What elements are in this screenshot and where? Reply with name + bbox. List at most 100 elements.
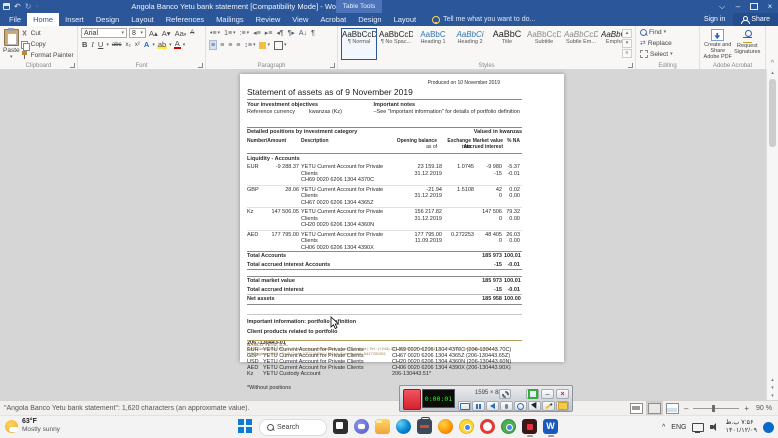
restore-button[interactable] [746,0,762,13]
find-button[interactable]: Find▾ [639,27,696,37]
tab-layout[interactable]: Layout [125,13,160,26]
output-folder-icon[interactable] [556,401,569,411]
toolbox-icon[interactable] [417,419,432,434]
align-left-button[interactable]: ≡ [209,40,217,50]
style-subtle-em-[interactable]: AaBbCcDiSubtle Em... [563,28,599,60]
borders-button[interactable]: ▾ [273,40,288,50]
change-case-button[interactable]: Aa▾ [174,29,188,38]
style-subtitle[interactable]: AaBbCcDSubtitle [526,28,562,60]
pause-icon[interactable] [472,401,485,411]
request-signatures-button[interactable]: Request Signatures [733,28,763,60]
tab-file[interactable]: File [3,13,27,26]
recorder-minimize-icon[interactable]: – [541,389,554,399]
rtl-direction-button[interactable]: ◂¶ [275,28,284,38]
style-heading-1[interactable]: AaBbCHeading 1 [415,28,451,60]
undo-icon[interactable]: ↶ [14,2,21,12]
screen-recorder-icon[interactable] [522,419,537,437]
clear-formatting-button[interactable]: A [189,30,195,36]
zoom-level[interactable]: 90 % [754,405,772,412]
increase-indent-button[interactable]: ▸≡ [264,28,274,38]
web-layout-icon[interactable] [666,403,679,414]
ltr-direction-button[interactable]: ¶▸ [287,28,296,38]
multilevel-list-button[interactable]: :≡▾ [239,28,251,38]
style-title[interactable]: AaBbCTitle [489,28,525,60]
notification-badge[interactable] [763,422,774,433]
ribbon-display-options-icon[interactable]: ⌵ [714,0,730,13]
tell-me-box[interactable]: Tell me what you want to do... [432,13,696,26]
search-icon[interactable]: Search [259,419,327,436]
align-right-button[interactable]: ≡ [227,40,233,50]
webcam-icon[interactable] [514,401,527,411]
tab-home[interactable]: Home [27,13,59,26]
cut-button[interactable]: Cut [20,29,75,39]
paragraph-dialog-launcher-icon[interactable] [330,63,335,68]
highlight-button[interactable]: ab [157,40,167,49]
recorder-close-icon[interactable]: × [556,389,569,399]
styles-scroll-up-icon[interactable]: ▴ [622,29,632,38]
italic-button[interactable]: I [90,40,95,49]
sort-button[interactable]: A↓ [298,28,308,38]
bullets-button[interactable]: •≡▾ [209,28,221,38]
recorder-settings-icon[interactable] [499,389,511,399]
underline-button[interactable]: U [97,40,104,49]
qat-customize-icon[interactable]: ▾ [35,2,38,12]
format-painter-button[interactable]: Format Painter [20,50,75,60]
tab-view[interactable]: View [286,13,314,26]
zoom-slider[interactable] [693,408,739,409]
zoom-out-icon[interactable]: – [684,404,688,413]
character-count[interactable]: "Angola Banco Yetu bank statement": 1,62… [0,405,249,412]
tab-insert[interactable]: Insert [59,13,90,26]
shrink-font-button[interactable]: A▾ [161,29,172,38]
display-icon[interactable] [692,423,704,432]
language-indicator[interactable]: ENG [671,424,686,431]
share-button[interactable]: Share [733,13,778,26]
decrease-indent-button[interactable]: ◂≡ [252,28,262,38]
styles-dialog-launcher-icon[interactable] [628,63,633,68]
highlight-dropdown-icon[interactable]: ▾ [169,42,172,48]
scroll-down-icon[interactable]: ▾ [767,392,778,400]
superscript-button[interactable]: x² [134,42,141,48]
line-spacing-button[interactable]: ↕≡▾ [243,40,256,50]
subscript-button[interactable]: x₂ [125,42,132,48]
next-page-icon[interactable]: ▾ [767,384,778,392]
chat-icon[interactable] [354,419,369,434]
document-page[interactable]: Produced on 10 November 2019 Statement o… [240,74,564,362]
styles-scroll-down-icon[interactable]: ▾ [622,39,632,48]
tab-references[interactable]: References [160,13,210,26]
align-center-button[interactable]: ≡ [219,40,225,50]
font-color-dropdown-icon[interactable]: ▾ [183,42,186,48]
screenshot-camera-icon[interactable] [458,401,471,411]
style-heading-2[interactable]: AaBbCiHeading 2 [452,28,488,60]
style-emphasis[interactable]: AaBbCcDiEmphasis [600,28,622,60]
opera-icon[interactable] [480,419,495,434]
bold-button[interactable]: B [81,40,88,49]
close-button[interactable]: × [762,0,778,13]
zoom-in-icon[interactable]: + [744,404,749,413]
show-paragraph-marks-button[interactable]: ¶ [310,28,316,38]
style--no-spac-[interactable]: AaBbCcDc¶ No Spac... [378,28,414,60]
scroll-up-icon[interactable]: ▴ [767,69,778,77]
save-icon[interactable] [3,3,10,10]
copy-button[interactable]: Copy [20,40,75,50]
grow-font-button[interactable]: A▴ [148,29,159,38]
tray-overflow-icon[interactable]: ^ [662,424,665,431]
clipboard-dialog-launcher-icon[interactable] [70,63,75,68]
tab-review[interactable]: Review [250,13,287,26]
read-mode-icon[interactable] [630,403,643,414]
word-icon[interactable] [543,419,558,437]
tab-design[interactable]: Design [90,13,125,26]
record-stop-button[interactable] [403,389,421,410]
minimize-button[interactable]: – [730,0,746,13]
file-explorer-icon[interactable] [375,419,390,434]
font-size-combo[interactable]: 8▾ [129,28,146,38]
font-dialog-launcher-icon[interactable] [198,63,203,68]
tab-mailings[interactable]: Mailings [210,13,250,26]
select-button[interactable]: Select▾ [639,49,696,59]
vertical-scrollbar[interactable]: ▴ ▴ ▾ ▾ [766,69,778,400]
microphone-icon[interactable] [500,401,513,411]
tab-layout[interactable]: Layout [388,13,423,26]
tab-design[interactable]: Design [352,13,387,26]
shading-button[interactable]: ▾ [258,40,271,50]
numbering-button[interactable]: 1≡▾ [223,28,237,38]
draw-pencil-icon[interactable] [542,401,555,411]
